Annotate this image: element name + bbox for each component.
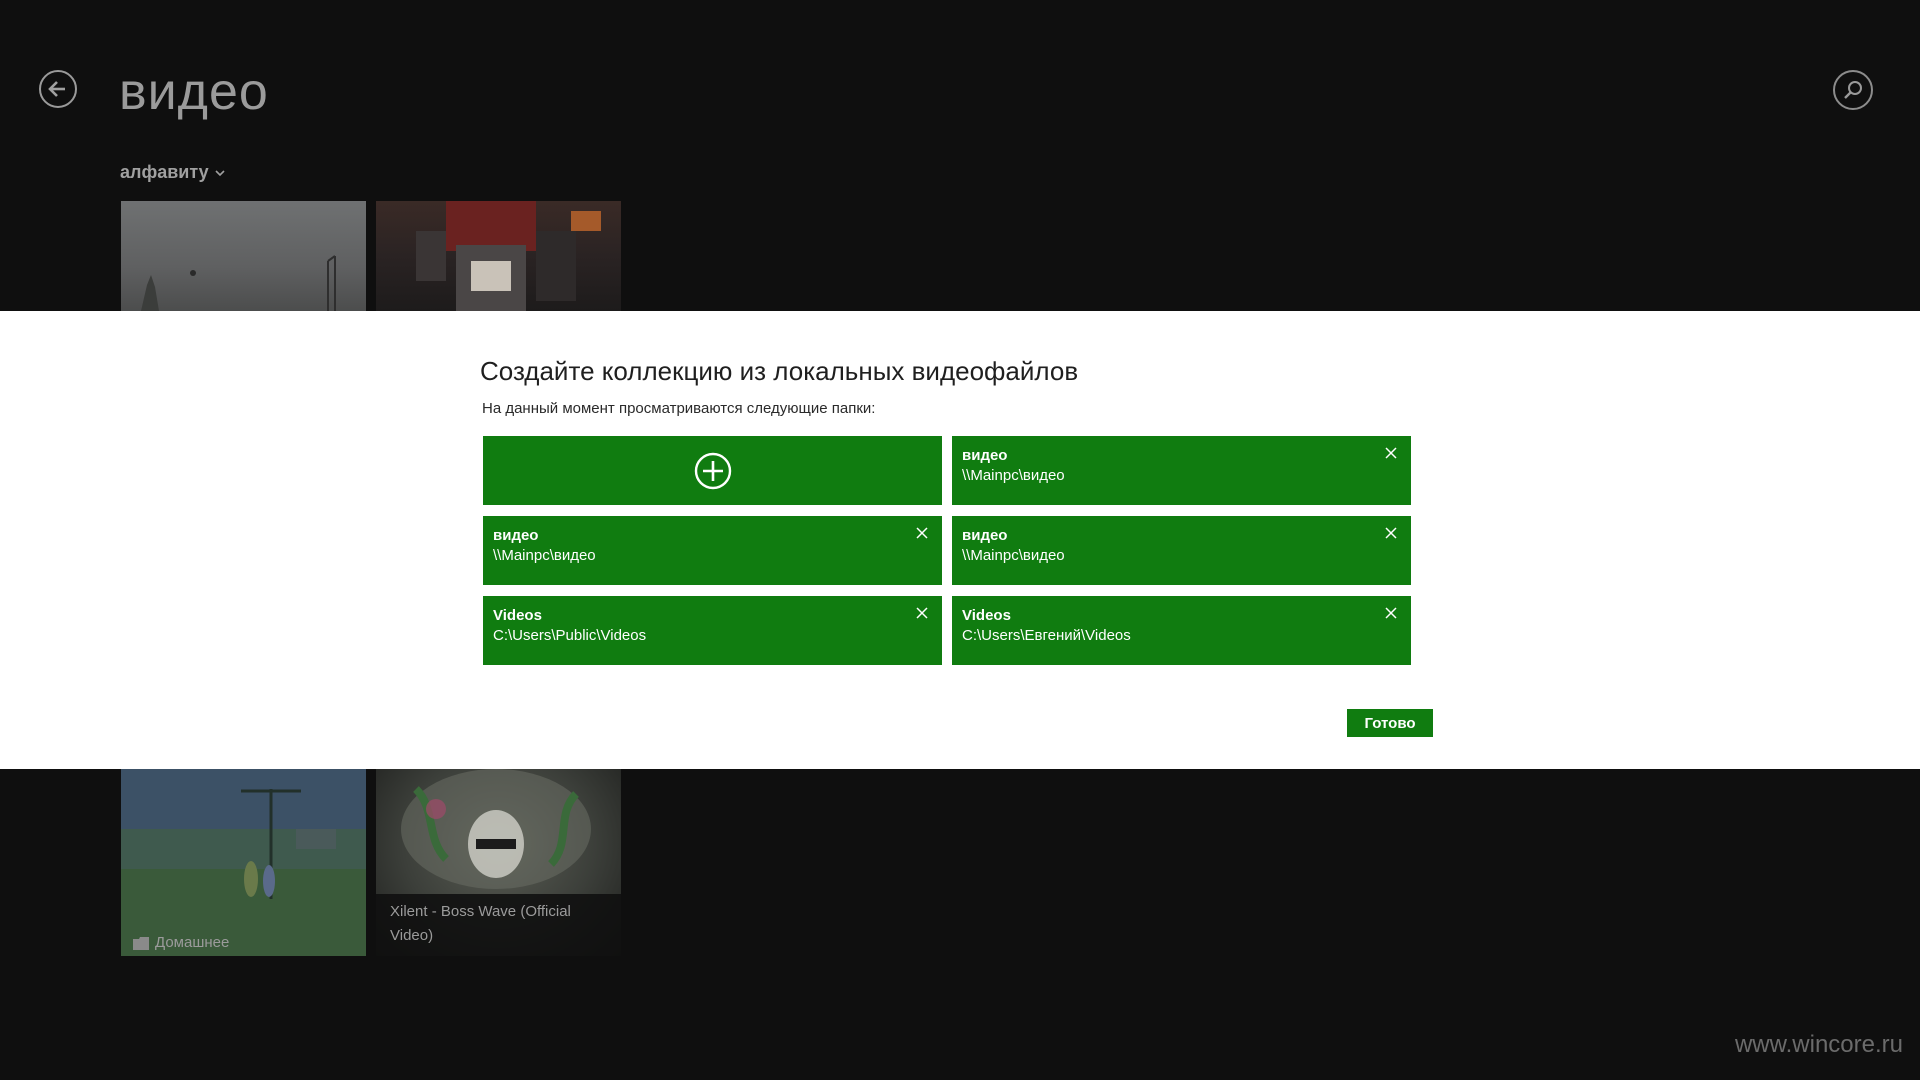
sort-label: алфавиту bbox=[120, 162, 209, 182]
folder-path: C:\Users\Евгений\Videos bbox=[962, 627, 1131, 644]
folder-tile[interactable]: видео \\Mainpc\видео bbox=[952, 516, 1411, 585]
folder-tile[interactable]: видео \\Mainpc\видео bbox=[483, 516, 942, 585]
folder-name: Videos bbox=[962, 607, 1011, 624]
tile-title: Домашнее bbox=[155, 934, 230, 951]
folder-name: видео bbox=[493, 527, 539, 544]
search-button[interactable] bbox=[1833, 70, 1873, 110]
add-folders-dialog: Создайте коллекцию из локальных видеофай… bbox=[0, 311, 1920, 769]
folder-path: \\Mainpc\видео bbox=[493, 547, 596, 564]
tile-title: Xilent - Boss Wave (Official Video) bbox=[390, 903, 571, 944]
close-icon[interactable] bbox=[915, 526, 929, 540]
folder-name: Videos bbox=[493, 607, 542, 624]
page-title: видео bbox=[119, 63, 269, 121]
watermark: www.wincore.ru bbox=[1734, 1031, 1903, 1058]
folder-tile[interactable]: Videos C:\Users\Евгений\Videos bbox=[952, 596, 1411, 665]
add-folder-button[interactable] bbox=[483, 436, 942, 505]
back-button[interactable] bbox=[39, 70, 77, 108]
video-tile[interactable]: Домашнее bbox=[121, 769, 366, 956]
done-button[interactable]: Готово bbox=[1347, 709, 1433, 737]
close-icon[interactable] bbox=[915, 606, 929, 620]
video-thumbnail bbox=[416, 201, 601, 311]
video-tile[interactable]: Xilent - Boss Wave (Official Video) bbox=[376, 769, 621, 956]
video-tile[interactable] bbox=[121, 201, 366, 311]
plus-circle-icon bbox=[694, 452, 731, 489]
chevron-down-icon bbox=[215, 169, 225, 176]
dialog-subtitle: На данный момент просматриваются следующ… bbox=[482, 400, 876, 417]
sort-dropdown[interactable]: алфавиту bbox=[120, 162, 225, 183]
back-arrow-icon bbox=[48, 81, 65, 97]
video-thumbnail bbox=[121, 769, 366, 956]
dialog-title: Создайте коллекцию из локальных видеофай… bbox=[480, 356, 1079, 386]
folder-tile[interactable]: видео \\Mainpc\видео bbox=[952, 436, 1411, 505]
folder-name: видео bbox=[962, 527, 1008, 544]
close-icon[interactable] bbox=[1384, 526, 1398, 540]
video-app-screen: видео алфавиту Домашнее Xilent - Boss Wa… bbox=[0, 0, 1920, 1080]
close-icon[interactable] bbox=[1384, 446, 1398, 460]
folder-path: \\Mainpc\видео bbox=[962, 547, 1065, 564]
folder-path: \\Mainpc\видео bbox=[962, 467, 1065, 484]
folder-icon bbox=[133, 936, 149, 950]
folder-name: видео bbox=[962, 447, 1008, 464]
close-icon[interactable] bbox=[1384, 606, 1398, 620]
video-tile[interactable] bbox=[376, 201, 621, 311]
tile-label: Домашнее bbox=[133, 931, 229, 955]
folder-tile[interactable]: Videos C:\Users\Public\Videos bbox=[483, 596, 942, 665]
search-icon bbox=[1844, 81, 1862, 99]
folder-path: C:\Users\Public\Videos bbox=[493, 627, 647, 644]
video-thumbnail bbox=[141, 255, 336, 311]
